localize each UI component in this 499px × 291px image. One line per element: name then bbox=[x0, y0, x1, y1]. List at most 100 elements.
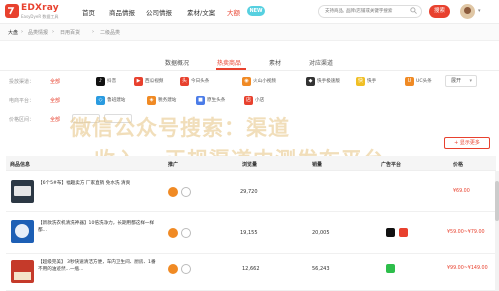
expand-button[interactable]: 展开 ▾ bbox=[445, 75, 477, 87]
toutiao-icon bbox=[399, 228, 408, 237]
breadcrumb-separator: › bbox=[52, 29, 54, 35]
favorite-icon[interactable] bbox=[181, 187, 191, 197]
link-icon[interactable] bbox=[168, 264, 178, 274]
platform-label: 原生头条 bbox=[207, 98, 226, 103]
favorite-icon[interactable] bbox=[181, 228, 191, 238]
platform-filter[interactable]: ◉ 火山小视频 bbox=[242, 77, 276, 86]
filter-all[interactable]: 全部 bbox=[50, 78, 60, 85]
new-badge: NEW bbox=[247, 6, 265, 16]
platform-filter[interactable]: ◈ 税务建站 bbox=[147, 96, 176, 105]
platform-filter[interactable]: 头今日头条 bbox=[180, 77, 209, 86]
breadcrumb: 大盘 › 品类情报 › 日用百货 › 二级品类 bbox=[0, 24, 499, 41]
column-header[interactable]: 销量 bbox=[312, 161, 322, 168]
chevron-down-icon[interactable]: ▾ bbox=[478, 8, 481, 14]
column-header: 广告平台 bbox=[381, 162, 402, 168]
search-button[interactable]: 搜索 bbox=[429, 5, 450, 18]
breadcrumb-item[interactable]: 品类情报 bbox=[28, 29, 48, 36]
watermark-line: 微信公众号搜索：渠道 bbox=[70, 116, 290, 140]
platform-filter[interactable]: ▶ 西瓜视频 bbox=[134, 77, 163, 86]
platform-icon: 快 bbox=[356, 77, 365, 86]
product-name[interactable]: 【6个5#布】福趣卖方 厂家直销 免水洗 清爽 bbox=[38, 181, 158, 188]
platform-label: 鲁班建站 bbox=[107, 98, 126, 103]
table-row[interactable]: 【6个5#布】福趣卖方 厂家直销 免水洗 清爽 29,720 ¥69.00 bbox=[6, 172, 496, 212]
product-thumbnail[interactable] bbox=[11, 180, 34, 203]
tab-hot-products[interactable]: 热卖商品 bbox=[217, 58, 241, 67]
platform-icon: ■ bbox=[196, 96, 205, 105]
sales-value: 20,005 bbox=[312, 230, 330, 236]
platform-icon: ▶ bbox=[134, 77, 143, 86]
platform-label: 快手极速版 bbox=[317, 79, 340, 84]
platform-icon: ◈ bbox=[147, 96, 156, 105]
platform-label: 小店 bbox=[255, 98, 265, 103]
favorite-icon[interactable] bbox=[181, 264, 191, 274]
platform-filter[interactable]: ■ 原生头条 bbox=[196, 96, 225, 105]
platform-label: 税务建站 bbox=[158, 98, 177, 103]
nav-materials[interactable]: 素材/文案 bbox=[187, 7, 215, 17]
platform-icon: ◇ bbox=[96, 96, 105, 105]
tab-materials[interactable]: 素材 bbox=[269, 58, 281, 67]
platform-filter[interactable]: 快快手 bbox=[356, 77, 376, 86]
platform-icon: ♪ bbox=[96, 77, 105, 86]
breadcrumb-separator: › bbox=[21, 29, 23, 35]
nav-product-intel[interactable]: 商品情报 bbox=[109, 7, 135, 17]
column-header[interactable]: 浏览量 bbox=[242, 161, 257, 168]
breadcrumb-separator: › bbox=[92, 29, 94, 35]
top-header: EDXray EasyDyeR 数据工具 首页 商品情报 公司情报 素材/文案 … bbox=[0, 0, 499, 24]
product-thumbnail[interactable] bbox=[11, 260, 34, 283]
platform-label: 快手 bbox=[367, 79, 377, 84]
table-row[interactable]: 【超级完美】 3秒快速清洁方便，车内卫生间、厨房、1番不用的油迹然...一瓶..… bbox=[6, 254, 496, 291]
table-row[interactable]: 【新款洗衣机清洗神器】10倍洗净力，长期用都这样一样都... 19,155 20… bbox=[6, 212, 496, 254]
tab-overview[interactable]: 数据概况 bbox=[165, 58, 189, 67]
logo-icon[interactable] bbox=[5, 4, 19, 18]
platform-filter[interactable]: ◆ 快手极速版 bbox=[306, 77, 340, 86]
product-name[interactable]: 【新款洗衣机清洗神器】10倍洗净力，长期用都这样一样都... bbox=[38, 221, 158, 235]
scrollbar[interactable] bbox=[495, 171, 499, 291]
views-value: 29,720 bbox=[240, 189, 258, 195]
nav-company-intel[interactable]: 公司情报 bbox=[146, 7, 172, 17]
platform-icon: ◉ bbox=[242, 77, 251, 86]
tab-channels[interactable]: 对应渠道 bbox=[309, 58, 333, 67]
platform-label: 今日头条 bbox=[191, 79, 210, 84]
show-more-button[interactable]: + 显示更多 bbox=[444, 137, 490, 149]
douyin-icon bbox=[386, 228, 395, 237]
platform-icon: ◆ bbox=[306, 77, 315, 86]
filter-all[interactable]: 全部 bbox=[50, 97, 60, 104]
nav-big-amount[interactable]: 大额 bbox=[227, 7, 240, 17]
column-header: 商品信息 bbox=[10, 162, 31, 168]
avatar[interactable] bbox=[460, 4, 475, 19]
sales-value: 56,243 bbox=[312, 266, 330, 272]
price-value: ¥69.00 bbox=[453, 189, 470, 194]
divider bbox=[0, 70, 499, 71]
platform-icon: U bbox=[405, 77, 414, 86]
platform-label: 抖音 bbox=[107, 79, 117, 84]
link-icon[interactable] bbox=[168, 187, 178, 197]
platform-icon: 头 bbox=[180, 77, 189, 86]
price-value: ¥59.00~¥79.00 bbox=[447, 230, 485, 235]
brand-name[interactable]: EDXray bbox=[21, 3, 59, 13]
platform-label: UC头条 bbox=[416, 79, 432, 84]
breadcrumb-item[interactable]: 日用百货 bbox=[60, 29, 80, 36]
link-icon[interactable] bbox=[168, 228, 178, 238]
nav-home[interactable]: 首页 bbox=[82, 7, 95, 17]
platform-icon: 店 bbox=[244, 96, 253, 105]
wechat-icon bbox=[386, 264, 395, 273]
product-thumbnail[interactable] bbox=[11, 220, 34, 243]
platform-filter[interactable]: 店小店 bbox=[244, 96, 264, 105]
filter-label: 价格区间： bbox=[9, 117, 35, 123]
product-name[interactable]: 【超级完美】 3秒快速清洁方便，车内卫生间、厨房、1番不用的油迹然...一瓶..… bbox=[38, 260, 158, 274]
price-value: ¥99.00~¥149.00 bbox=[447, 266, 488, 271]
platform-filter[interactable]: ♪ 抖音 bbox=[96, 77, 116, 86]
search-input[interactable] bbox=[318, 5, 422, 18]
chevron-down-icon: ▾ bbox=[469, 78, 472, 84]
breadcrumb-item[interactable]: 二级品类 bbox=[100, 29, 120, 36]
filter-all[interactable]: 全部 bbox=[50, 116, 60, 123]
views-value: 19,155 bbox=[240, 230, 258, 236]
filter-label: 电商平台： bbox=[9, 98, 35, 104]
views-value: 12,662 bbox=[242, 266, 260, 272]
platform-filter[interactable]: ◇ 鲁班建站 bbox=[96, 96, 125, 105]
table-header: 商品信息 推广 浏览量 销量 广告平台 价格 bbox=[6, 156, 496, 171]
brand-tagline: EasyDyeR 数据工具 bbox=[21, 14, 59, 19]
breadcrumb-item[interactable]: 大盘 bbox=[8, 29, 18, 36]
platform-label: 西瓜视频 bbox=[145, 79, 164, 84]
platform-filter[interactable]: U UC头条 bbox=[405, 77, 432, 86]
